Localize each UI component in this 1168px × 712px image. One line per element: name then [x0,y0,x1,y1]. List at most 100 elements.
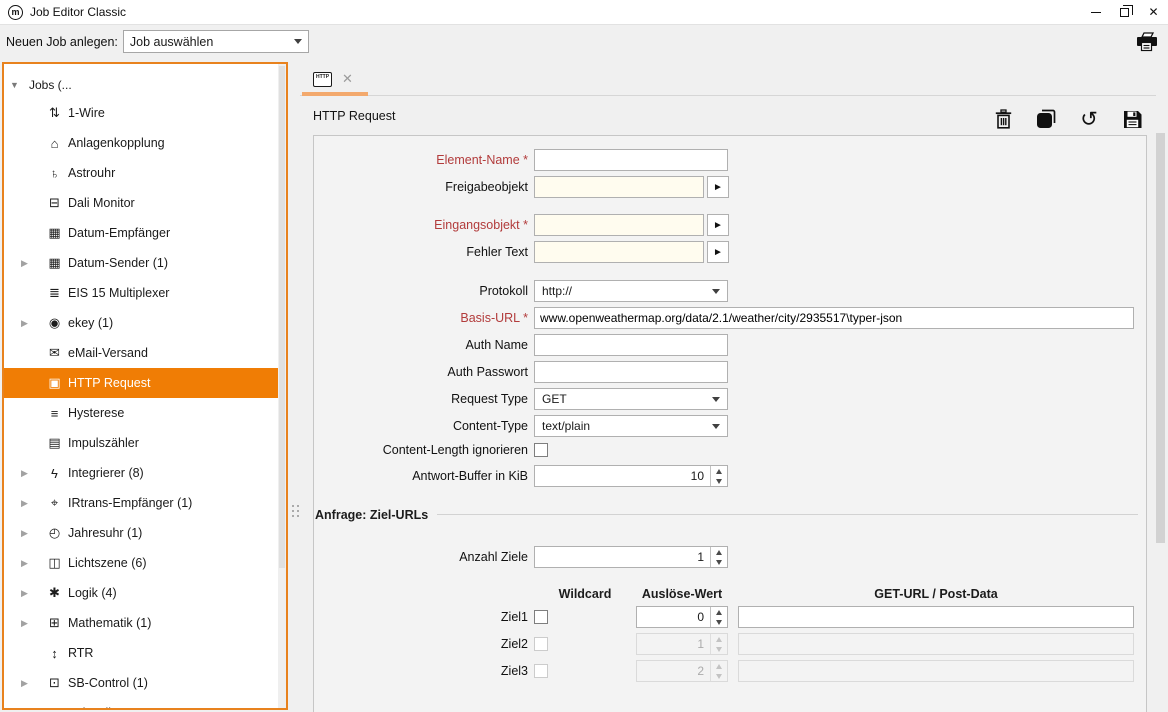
ziel2-trigger-stepper: 1 [636,633,728,655]
expander-icon[interactable]: ▶ [21,678,34,689]
dali-monitor-icon: ⊟ [46,195,63,211]
field-freigabeobjekt: Freigabeobjekt ► [314,176,1146,198]
ziel1-wildcard-checkbox[interactable] [534,610,548,624]
spin-up-icon[interactable] [711,607,727,617]
field-element-name: Element-Name * [314,149,1146,171]
sidebar-item-mathematik[interactable]: ▶⊞Mathematik (1) [4,608,286,638]
spin-up-icon[interactable] [711,547,727,557]
sidebar-item-datum-empfaenger[interactable]: ▦Datum-Empfänger [4,218,286,248]
expander-icon[interactable]: ▶ [21,258,34,269]
ziel1-url-input[interactable] [738,606,1134,628]
sidebar-item-http-request[interactable]: ▣HTTP Request [4,368,286,398]
content-type-select[interactable]: text/plain [534,415,728,437]
sidebar-item-anlagenkopplung[interactable]: ⌂Anlagenkopplung [4,128,286,158]
antwort-buffer-label: Antwort-Buffer in KiB [314,469,528,483]
sidebar-scrollbar-thumb[interactable] [279,66,285,568]
minimize-button[interactable] [1081,0,1110,24]
field-anzahl-ziele: Anzahl Ziele 1 [314,546,1146,568]
section-divider [437,514,1138,515]
sidebar-item-rtr[interactable]: ↕RTR [4,638,286,668]
http-window-icon: ▣ [46,375,63,391]
ziel2-label: Ziel2 [314,637,528,651]
splitter-handle[interactable] [292,505,299,522]
job-select-dropdown[interactable]: Job auswählen [123,30,309,53]
fehler-text-picker-button[interactable]: ► [707,241,729,263]
expander-icon[interactable]: ▶ [21,498,34,509]
sidebar-item-lichtszene[interactable]: ▶◫Lichtszene (6) [4,548,286,578]
expander-icon[interactable]: ▶ [21,618,34,629]
restore-button[interactable] [1110,0,1139,24]
sidebar-item-jahresuhr[interactable]: ▶◴Jahresuhr (1) [4,518,286,548]
freigabeobjekt-picker-button[interactable]: ► [707,176,729,198]
main-scrollbar-thumb[interactable] [1156,133,1165,543]
undo-icon: ↺ [1080,109,1098,130]
request-type-label: Request Type [314,392,528,406]
protokoll-select[interactable]: http:// [534,280,728,302]
freigabeobjekt-input[interactable] [534,176,704,198]
sidebar-item-datum-sender[interactable]: ▶▦Datum-Sender (1) [4,248,286,278]
auth-passwort-input[interactable] [534,361,728,383]
thermostat-icon: ↕ [46,646,63,661]
expander-icon[interactable]: ▶ [21,588,34,599]
content-length-checkbox[interactable] [534,443,548,457]
ziel3-wildcard-checkbox[interactable] [534,664,548,678]
anzahl-ziele-stepper[interactable]: 1 [534,546,728,568]
auth-name-input[interactable] [534,334,728,356]
print-button[interactable] [1134,29,1160,55]
trash-icon [995,109,1012,129]
plant-link-icon: ⌂ [46,136,63,151]
expander-icon[interactable]: ▶ [21,558,34,569]
spin-down-icon[interactable] [711,557,727,567]
sidebar-item-impulszaehler[interactable]: ▤Impulszähler [4,428,286,458]
sidebar-item-ekey[interactable]: ▶◉ekey (1) [4,308,286,338]
targets-table-header: Wildcard Auslöse-Wert GET-URL / Post-Dat… [314,586,1146,601]
spin-up-icon[interactable] [711,466,727,476]
sidebar-item-eis-15-multiplexer[interactable]: ≣EIS 15 Multiplexer [4,278,286,308]
eingangsobjekt-input[interactable] [534,214,704,236]
calendar-send-icon: ▦ [46,255,63,271]
sidebar-item-sb-control[interactable]: ▶⊡SB-Control (1) [4,668,286,698]
close-button[interactable]: ✕ [1139,0,1168,24]
eingangsobjekt-picker-button[interactable]: ► [707,214,729,236]
expander-icon[interactable]: ▶ [21,468,34,479]
content-length-label: Content-Length ignorieren [314,443,528,457]
request-type-select[interactable]: GET [534,388,728,410]
tab-http-request[interactable]: HTTP ✕ [313,64,369,94]
targets-section-header: Anfrage: Ziel-URLs [314,507,1146,522]
spin-down-icon[interactable] [711,617,727,627]
app-logo-icon: m [8,5,23,20]
ziel1-trigger-stepper[interactable]: 0 [636,606,728,628]
undo-button[interactable]: ↺ [1078,107,1100,131]
field-content-length: Content-Length ignorieren [314,442,1146,458]
antwort-buffer-stepper[interactable]: 10 [534,465,728,487]
sidebar-item-irtrans-empfaenger[interactable]: ▶⌖IRtrans-Empfänger (1) [4,488,286,518]
window-controls: ✕ [1081,0,1168,24]
freigabeobjekt-label: Freigabeobjekt [314,180,528,194]
anzahl-ziele-value: 1 [535,547,710,567]
expander-icon[interactable]: ▶ [21,528,34,539]
element-name-input[interactable] [534,149,728,171]
fehler-text-input[interactable] [534,241,704,263]
duplicate-button[interactable] [1035,107,1057,131]
basis-url-input[interactable] [534,307,1134,329]
delete-button[interactable] [992,107,1014,131]
year-clock-icon: ◴ [46,525,63,541]
sidebar-item-schwellwert[interactable]: ◿Schwellwert [4,698,286,710]
sidebar-item-dali-monitor[interactable]: ⊟Dali Monitor [4,188,286,218]
ziel2-wildcard-checkbox[interactable] [534,637,548,651]
spin-down-icon[interactable] [711,476,727,486]
sidebar-item-logik[interactable]: ▶✱Logik (4) [4,578,286,608]
antwort-buffer-value: 10 [535,466,710,486]
sidebar-item-hysterese[interactable]: ≡Hysterese [4,398,286,428]
expanded-expander-icon[interactable]: ▼ [10,80,23,90]
sidebar-item-1-wire[interactable]: ⇅1-Wire [4,98,286,128]
save-button[interactable] [1121,107,1143,131]
sidebar-item-integrierer[interactable]: ▶ϟIntegrierer (8) [4,458,286,488]
expander-icon[interactable]: ▶ [21,318,34,329]
sidebar-item-astrouhr[interactable]: ♄Astrouhr [4,158,286,188]
tree-root-jobs[interactable]: ▼ Jobs (... [4,72,286,98]
ziel2-url-input [738,633,1134,655]
ziel3-trigger-value: 2 [637,661,710,681]
sidebar-item-email-versand[interactable]: ✉eMail-Versand [4,338,286,368]
tab-close-icon[interactable]: ✕ [342,71,353,87]
